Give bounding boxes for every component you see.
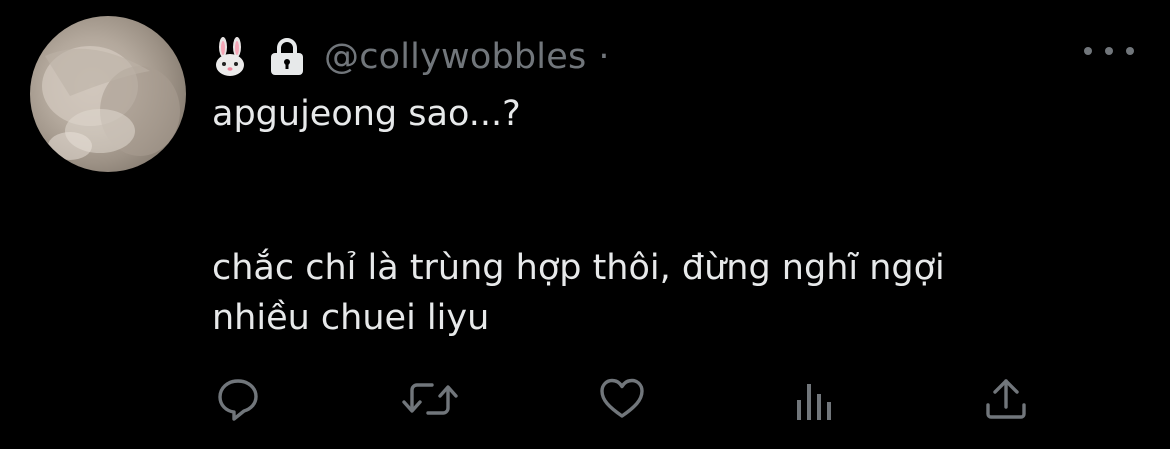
avatar-image xyxy=(42,46,180,160)
tweet: @collywobbles · apgujeong sao...? chắc c… xyxy=(0,0,1170,449)
tweet-text-line-1: apgujeong sao...? xyxy=(212,94,521,134)
tweet-text-paragraph-2: chắc chỉ là trùng hợp thôi, đừng nghĩ ng… xyxy=(212,248,945,338)
more-dot xyxy=(1084,47,1092,55)
like-icon xyxy=(600,378,644,418)
reply-icon xyxy=(218,379,258,421)
more-options-icon[interactable] xyxy=(1084,36,1134,66)
more-dot xyxy=(1105,47,1113,55)
like-button[interactable] xyxy=(598,375,646,423)
more-dot xyxy=(1126,47,1134,55)
share-icon xyxy=(986,379,1026,419)
lock-icon xyxy=(271,38,303,75)
tweet-actions xyxy=(0,375,1170,431)
share-button[interactable] xyxy=(982,375,1030,423)
separator-dot: · xyxy=(598,37,610,77)
reply-button[interactable] xyxy=(214,375,262,423)
retweet-icon xyxy=(402,383,458,415)
user-handle[interactable]: @collywobbles xyxy=(324,37,586,77)
tweet-header: @collywobbles · xyxy=(212,30,610,84)
avatar[interactable] xyxy=(30,16,186,172)
analytics-icon xyxy=(797,384,831,420)
bunny-emoji-icon xyxy=(216,37,244,76)
analytics-button[interactable] xyxy=(790,375,838,423)
retweet-button[interactable] xyxy=(402,375,458,423)
